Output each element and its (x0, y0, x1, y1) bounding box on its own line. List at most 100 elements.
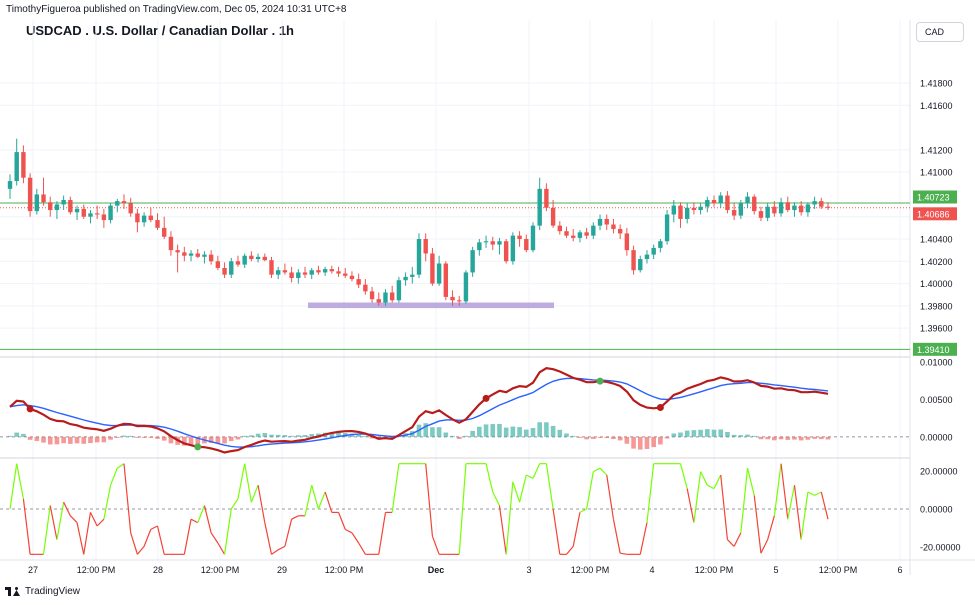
oscillator-segment (707, 484, 715, 490)
histogram-bar (818, 436, 824, 440)
histogram-bar (517, 427, 522, 437)
candle-body (262, 256, 267, 261)
price-tick-label: 1.41200 (920, 145, 953, 155)
oscillator-segment (760, 539, 769, 554)
oscillator-segment (16, 463, 24, 499)
candle-body (792, 205, 797, 211)
oscillator-segment (807, 491, 815, 496)
histogram-bar (584, 436, 589, 440)
histogram-bar (812, 436, 817, 439)
candle-body (255, 256, 261, 260)
oscillator-segment (136, 546, 145, 555)
oscillator-segment (639, 522, 648, 555)
candle-body (269, 260, 274, 275)
oscillator-segment (686, 488, 695, 523)
oscillator-segment (693, 471, 702, 523)
histogram-bar (463, 435, 469, 437)
price-tick-label: 1.39600 (920, 324, 953, 334)
oscillator-segment (579, 508, 587, 513)
candle-body (363, 284, 368, 292)
time-tick-label: 6 (897, 565, 902, 575)
candle-body (275, 270, 281, 275)
candle-body (705, 200, 710, 207)
candle-body (517, 235, 522, 239)
oscillator-segment (304, 485, 313, 516)
oscillator-segment (800, 491, 809, 540)
oscillator-segment (156, 525, 165, 555)
oscillator-segment (264, 522, 273, 555)
candle-body (396, 280, 402, 301)
candle-body (316, 270, 321, 273)
oscillator-segment (351, 532, 360, 544)
candle-body (631, 250, 636, 271)
candle-body (369, 291, 375, 300)
time-tick-label: 12:00 PM (819, 565, 858, 575)
histogram-bar (617, 436, 623, 441)
candle-body (812, 201, 817, 205)
signal-tick-label: 0.01000 (920, 358, 953, 368)
histogram-bar (772, 436, 777, 441)
histogram-bar (738, 435, 744, 437)
candle-body (68, 200, 73, 213)
histogram-bar (54, 436, 60, 445)
oscillator-segment (492, 491, 500, 506)
oscillator-segment (572, 512, 581, 547)
candle-body (530, 225, 536, 251)
tradingview-logo[interactable]: TradingView (5, 585, 80, 597)
histogram-bar (235, 436, 241, 440)
candle-body (772, 206, 777, 214)
histogram-bar (282, 435, 288, 437)
histogram-bar (644, 436, 650, 449)
histogram-bar (302, 435, 308, 437)
candle-body (389, 292, 395, 301)
lower-line-price-label: 1.39410 (917, 345, 950, 355)
candle-body (376, 299, 381, 303)
histogram-bar (155, 436, 160, 439)
oscillator-segment (612, 519, 621, 554)
histogram-bar (523, 429, 529, 437)
candle-body (765, 206, 770, 218)
signal-fast-line (9, 367, 829, 454)
histogram-bar (785, 436, 791, 440)
candle-body (94, 213, 100, 215)
oscillator-segment (183, 519, 192, 555)
candle-body (41, 194, 46, 203)
oscillator-segment (606, 474, 615, 520)
candle-body (564, 231, 569, 236)
last-price-label: 1.40686 (917, 209, 950, 219)
candle-body (141, 215, 147, 223)
histogram-bar (792, 436, 797, 440)
histogram-bar (101, 436, 107, 443)
histogram-bar (557, 429, 563, 437)
crossover-marker (656, 404, 664, 412)
histogram-bar (27, 436, 33, 440)
candle-body (658, 241, 663, 248)
oscillator-segment (63, 501, 71, 517)
histogram-bar (678, 432, 683, 437)
candle-body (711, 200, 717, 204)
histogram-bar (242, 435, 247, 437)
oscillator-segment (593, 467, 601, 473)
candle-body (651, 247, 656, 255)
oscillator-segment (203, 505, 212, 533)
oscillator-segment (83, 512, 92, 555)
chart-area[interactable]: 1.418001.416001.412001.410001.406001.404… (0, 0, 975, 605)
oscillator-segment (518, 474, 527, 503)
oscillator-segment (726, 539, 735, 547)
histogram-bar (758, 436, 764, 440)
candle-body (416, 239, 422, 275)
oscillator-segment (425, 463, 434, 537)
candle-body (168, 236, 174, 251)
oscillator-segment (793, 485, 802, 540)
candle-body (591, 225, 596, 236)
oscillator-segment (96, 518, 105, 527)
histogram-bar (249, 435, 254, 437)
histogram-bar (61, 436, 66, 444)
price-axis[interactable]: 1.418001.416001.412001.410001.406001.404… (920, 79, 961, 553)
oscillator-segment (291, 515, 299, 520)
oscillator-segment (217, 542, 226, 555)
candle-body (296, 272, 301, 278)
price-tick-label: 1.41800 (920, 79, 953, 89)
candle-body (14, 152, 19, 182)
time-axis[interactable]: 27 12:00 PM 28 12:00 PM 29 12:00 PM Dec 3 12:00 … (28, 565, 903, 575)
